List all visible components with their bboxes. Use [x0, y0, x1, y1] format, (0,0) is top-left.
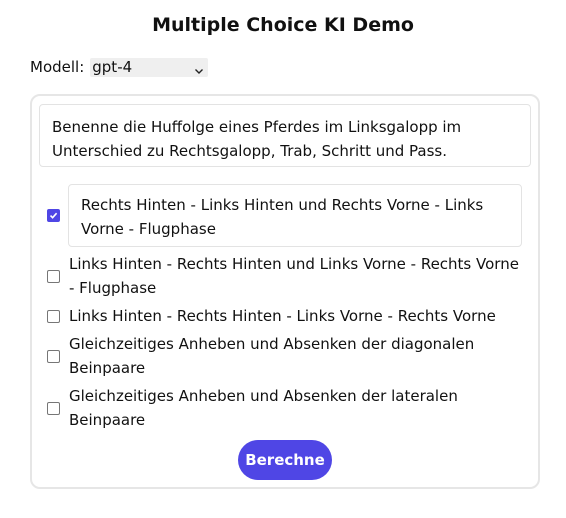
- answer-label-4[interactable]: Gleichzeitiges Anheben und Absenken der …: [69, 332, 529, 380]
- answer-label-1[interactable]: Rechts Hinten - Links Hinten und Rechts …: [68, 184, 522, 247]
- answer-checkbox-1[interactable]: [47, 209, 60, 222]
- submit-button[interactable]: Berechne: [238, 440, 332, 480]
- answer-option-2[interactable]: Links Hinten - Rechts Hinten und Links V…: [47, 252, 529, 300]
- answer-option-1[interactable]: Rechts Hinten - Links Hinten und Rechts …: [47, 184, 522, 247]
- question-text: Benenne die Huffolge eines Pferdes im Li…: [39, 104, 531, 167]
- answer-checkbox-3[interactable]: [47, 309, 60, 323]
- checkmark-icon: [49, 212, 58, 219]
- answer-option-5[interactable]: Gleichzeitiges Anheben und Absenken der …: [47, 384, 529, 432]
- chevron-down-icon: [194, 62, 204, 74]
- answer-label-3[interactable]: Links Hinten - Rechts Hinten - Links Vor…: [69, 304, 529, 328]
- answer-option-4[interactable]: Gleichzeitiges Anheben und Absenken der …: [47, 332, 529, 380]
- model-row: Modell: gpt-4: [30, 57, 209, 77]
- answer-checkbox-5[interactable]: [47, 401, 60, 415]
- answer-label-5[interactable]: Gleichzeitiges Anheben und Absenken der …: [69, 384, 529, 432]
- answer-checkbox-2[interactable]: [47, 269, 60, 283]
- model-select-value: gpt-4: [92, 58, 133, 76]
- answer-option-3[interactable]: Links Hinten - Rechts Hinten - Links Vor…: [47, 304, 529, 328]
- page-title: Multiple Choice KI Demo: [152, 14, 414, 36]
- model-label: Modell:: [30, 58, 85, 76]
- model-select[interactable]: gpt-4: [90, 57, 209, 77]
- answer-label-2[interactable]: Links Hinten - Rechts Hinten und Links V…: [69, 252, 529, 300]
- answer-checkbox-4[interactable]: [47, 349, 60, 363]
